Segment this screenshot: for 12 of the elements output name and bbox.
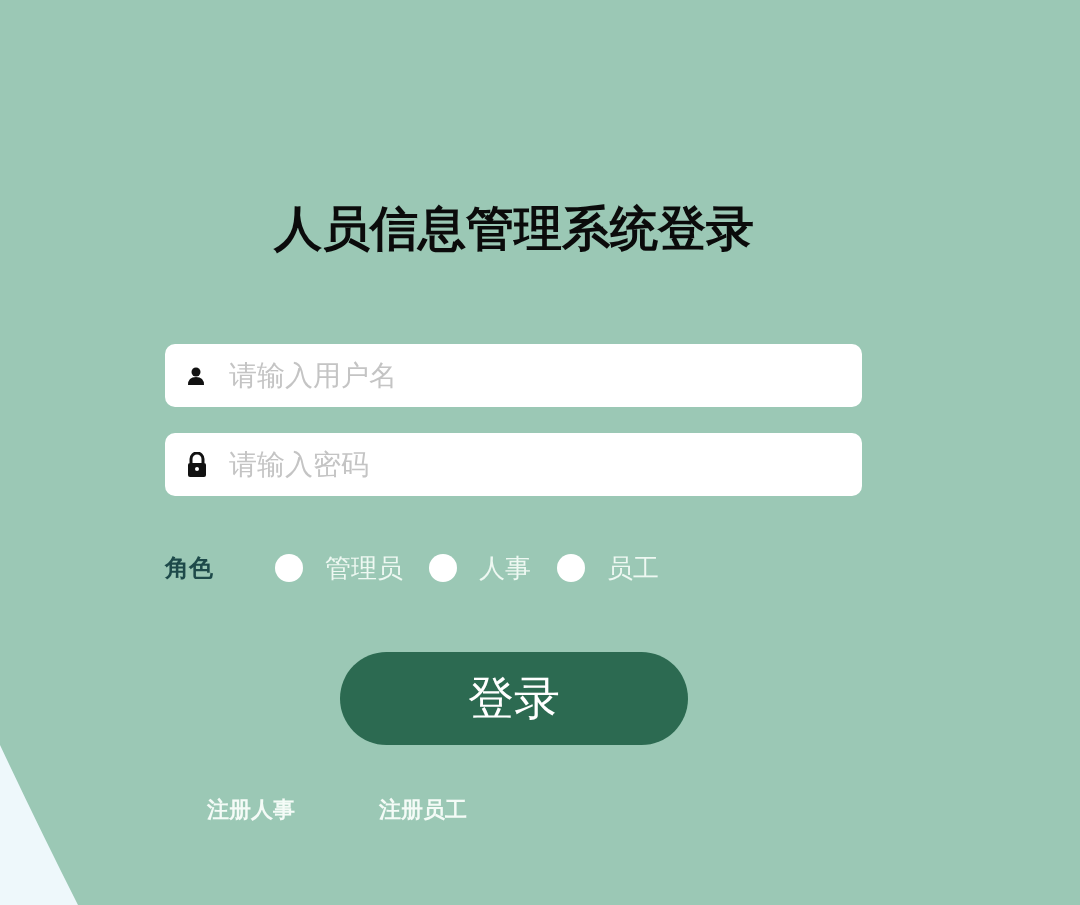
register-link[interactable]: 注册人事 xyxy=(207,795,295,825)
lock-icon xyxy=(187,451,207,478)
role-label: 角色 xyxy=(165,553,213,584)
role-radio[interactable]: 管理员 xyxy=(275,550,403,586)
login-button[interactable]: 登录 xyxy=(339,652,688,745)
role-radio[interactable]: 人事 xyxy=(429,550,531,586)
page-title: 人员信息管理系统登录 xyxy=(272,199,755,258)
user-icon xyxy=(187,365,205,386)
role-radio[interactable]: 员工 xyxy=(557,550,659,586)
username-field[interactable]: 请输入用户名 xyxy=(165,344,862,407)
register-link[interactable]: 注册员工 xyxy=(379,795,467,825)
password-field[interactable]: 请输入密码 xyxy=(165,433,862,496)
